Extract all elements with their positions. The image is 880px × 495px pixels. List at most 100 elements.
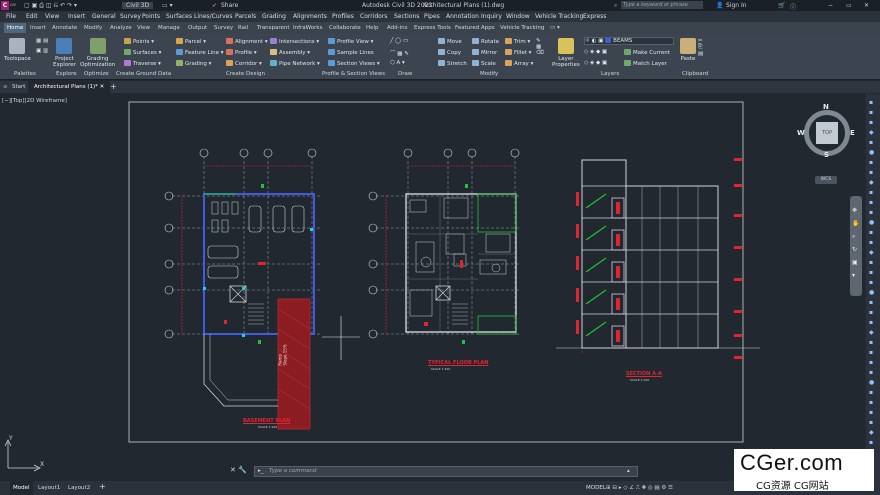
traverse-button[interactable]: Traverse ▾	[124, 60, 161, 67]
maximize-icon[interactable]: ▭	[846, 2, 852, 9]
tab-collaborate[interactable]: Collaborate	[329, 25, 361, 31]
tab-vehicle-tracking[interactable]: Vehicle Tracking	[500, 25, 544, 31]
tab-manage[interactable]: Manage	[158, 25, 180, 31]
tab-model[interactable]: Model	[10, 481, 33, 495]
tool-palette-strip[interactable]: ▪▪▪◆▪●▪▪◆▪▪▪●▪▪◆▪▪▪●▪▪▪◆▪▪▪▪●▪▪▪▪◆▪▪▪▪	[866, 94, 880, 481]
tab-start[interactable]: Start	[12, 84, 25, 90]
menu-annotation[interactable]: Annotation	[446, 13, 479, 20]
feature-line-button[interactable]: Feature Line ▾	[176, 49, 224, 56]
menu-file[interactable]: File	[6, 13, 16, 20]
palette-icons[interactable]: ▦ ▤	[36, 38, 48, 44]
section-views-button[interactable]: Section Views ▾	[328, 60, 380, 67]
modify-extra-icons[interactable]: ✎ ▦ ⌫	[536, 38, 544, 56]
menu-insert[interactable]: Insert	[68, 13, 85, 20]
profile-view-button[interactable]: Profile View ▾	[328, 38, 373, 45]
project-explorer-button[interactable]: Project Explorer	[53, 38, 76, 68]
nav-tools-icons[interactable]: ✥ ✋ ⌕ ↻ ▣ ▾	[852, 204, 859, 282]
menu-sections[interactable]: Sections	[394, 13, 419, 20]
menu-points[interactable]: Points	[142, 13, 160, 20]
stretch-button[interactable]: Stretch	[438, 60, 467, 67]
alignment-button[interactable]: Alignment ▾	[226, 38, 268, 45]
menu-pipes[interactable]: Pipes	[424, 13, 440, 20]
drawing-canvas[interactable]: Y X	[0, 94, 866, 481]
panel-profile-section-views[interactable]: Profile & Section Views	[322, 71, 385, 77]
menu-window[interactable]: Window	[506, 13, 530, 20]
menu-survey[interactable]: Survey	[120, 13, 141, 20]
qat-icons[interactable]: ▢ ▣ ⎙ ◫ ⎌ ↶ ↷ ▾	[24, 2, 77, 10]
command-input[interactable]: Type a command	[269, 468, 316, 474]
minimize-icon[interactable]: −	[828, 2, 833, 9]
menu-lines-curves[interactable]: Lines/Curves	[194, 13, 232, 20]
viewcube-east[interactable]: E	[850, 129, 855, 137]
assembly-button[interactable]: Assembly ▾	[270, 49, 310, 56]
panel-clipboard[interactable]: Clipboard	[682, 71, 708, 77]
trim-button[interactable]: Trim ▾	[505, 38, 530, 45]
wcs-dropdown[interactable]: WCS	[815, 176, 837, 184]
tab-transparent[interactable]: Transparent	[257, 25, 290, 31]
viewcube-north[interactable]: N	[823, 103, 829, 111]
search-input[interactable]: Type a keyword or phrase	[621, 1, 703, 9]
tab-insert[interactable]: Insert	[30, 25, 46, 31]
draw-tools-row2[interactable]: ⌒ ▦ ✎	[390, 49, 409, 57]
move-button[interactable]: Move	[438, 38, 462, 45]
tab-express-tools[interactable]: Express Tools	[414, 25, 451, 31]
tab-modify[interactable]: Modify	[84, 25, 102, 31]
tab-help[interactable]: Help	[366, 25, 379, 31]
menu-surfaces[interactable]: Surfaces	[166, 13, 192, 20]
surfaces-button[interactable]: Surfaces ▾	[124, 49, 161, 56]
menu-alignments[interactable]: Alignments	[293, 13, 327, 20]
layer-tools-row-2[interactable]: ◇ ◈ ◆ ▣	[584, 60, 607, 66]
user-icon[interactable]: 👤	[716, 2, 723, 9]
sign-in-button[interactable]: Sign In	[726, 2, 747, 9]
search-icon[interactable]: ⌕	[614, 2, 617, 10]
panel-layers[interactable]: Layers	[601, 71, 619, 77]
panel-draw[interactable]: Draw	[398, 71, 412, 77]
draw-tools-row1[interactable]: ╱ ◯ ▭	[390, 38, 408, 44]
menu-profiles[interactable]: Profiles	[332, 13, 354, 20]
command-history-icon[interactable]: ▴	[627, 468, 630, 474]
tool-palette-icons[interactable]: ▪▪▪◆▪●▪▪◆▪▪▪●▪▪◆▪▪▪●▪▪▪◆▪▪▪▪●▪▪▪▪◆▪▪▪▪	[869, 98, 874, 478]
viewcube-top-face[interactable]: TOP	[816, 122, 838, 144]
grading-optimization-button[interactable]: Grading Optimization	[80, 38, 115, 68]
corridor-button[interactable]: Corridor ▾	[226, 60, 262, 67]
pipe-network-button[interactable]: Pipe Network ▾	[270, 60, 320, 67]
panel-create-ground-data[interactable]: Create Ground Data	[116, 71, 171, 77]
panel-create-design[interactable]: Create Design	[226, 71, 265, 77]
array-button[interactable]: Array ▾	[505, 60, 533, 67]
command-line[interactable]: ▸_ Type a command ▴	[254, 466, 638, 477]
tab-annotate[interactable]: Annotate	[52, 25, 77, 31]
tab-add-ins[interactable]: Add-ins	[387, 25, 408, 31]
menu-corridors[interactable]: Corridors	[360, 13, 387, 20]
share-icon[interactable]: ➶	[212, 2, 217, 9]
make-current-button[interactable]: Make Current	[624, 49, 670, 56]
tab-analyze[interactable]: Analyze	[110, 25, 132, 31]
tab-active-drawing[interactable]: Architectural Plans (1)* ✕	[28, 81, 111, 93]
match-layer-button[interactable]: Match Layer	[624, 60, 667, 67]
menu-express[interactable]: Express	[583, 13, 606, 20]
tab-survey[interactable]: Survey	[214, 25, 233, 31]
app-logo[interactable]: C	[1, 1, 9, 10]
viewcube-west[interactable]: W	[797, 129, 805, 137]
help-icon[interactable]: ⓘ	[790, 2, 796, 11]
points-button[interactable]: Points ▾	[124, 38, 154, 45]
menu-edit[interactable]: Edit	[26, 13, 38, 20]
layer-dropdown[interactable]: ☼ ◐ ▣ BEAMS	[584, 37, 674, 45]
close-icon[interactable]: ✕	[864, 2, 869, 9]
product-dropdown[interactable]: Civil 3D	[122, 2, 154, 9]
profile-button[interactable]: Profile ▾	[226, 49, 257, 56]
draw-tools-row3[interactable]: ⬡ A ▾	[390, 60, 405, 66]
clipboard-icons[interactable]: ✂ ⎘ ▤	[698, 38, 703, 57]
menu-grading[interactable]: Grading	[262, 13, 286, 20]
layer-properties-button[interactable]: Layer Properties	[552, 38, 580, 68]
tab-view[interactable]: View	[137, 25, 150, 31]
sample-lines-button[interactable]: Sample Lines	[328, 49, 374, 56]
cart-icon[interactable]: 🛒	[778, 2, 785, 9]
menu-parcels[interactable]: Parcels	[235, 13, 256, 20]
tab-infraworks[interactable]: InfraWorks	[293, 25, 322, 31]
viewcube[interactable]: TOP N S E W	[797, 102, 858, 166]
copy-button[interactable]: Copy	[438, 49, 461, 56]
tab-layout2[interactable]: Layout2	[68, 485, 90, 491]
menu-view[interactable]: View	[45, 13, 59, 20]
add-layout-button[interactable]: +	[99, 482, 106, 491]
menu-vehicle-tracking[interactable]: Vehicle Tracking	[535, 13, 583, 20]
